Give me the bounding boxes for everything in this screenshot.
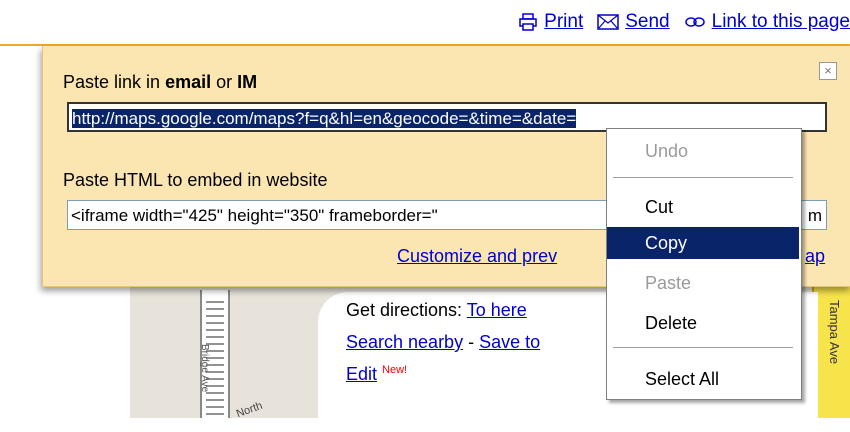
- print-link[interactable]: Print: [544, 11, 583, 33]
- embed-html-text: <iframe width="425" height="350" framebo…: [71, 206, 438, 225]
- search-row: Search nearby - Save to: [346, 332, 540, 353]
- edit-row: Edit New!: [346, 364, 407, 385]
- embed-html-tail: m: [807, 206, 822, 225]
- embed-label: Paste HTML to embed in website: [63, 170, 328, 190]
- send-link-group[interactable]: Send: [597, 11, 670, 33]
- edit-link[interactable]: Edit: [346, 364, 377, 384]
- print-link-group[interactable]: Print: [518, 11, 583, 33]
- link-to-page-link[interactable]: Link to this page: [712, 11, 850, 33]
- menu-item-cut[interactable]: Cut: [607, 191, 799, 223]
- link-to-page-group[interactable]: Link to this page: [684, 11, 850, 33]
- to-here-link[interactable]: To here: [467, 300, 527, 320]
- context-menu: Undo Cut Copy Paste Delete Select All: [606, 128, 802, 400]
- menu-separator: [613, 177, 793, 179]
- menu-separator: [613, 347, 793, 349]
- menu-item-delete[interactable]: Delete: [607, 307, 799, 339]
- save-to-link[interactable]: Save to: [479, 332, 540, 352]
- chain-link-icon: [684, 17, 705, 27]
- new-badge: New!: [382, 364, 408, 376]
- send-link[interactable]: Send: [625, 11, 669, 33]
- menu-item-undo[interactable]: Undo: [607, 135, 799, 167]
- menu-item-paste[interactable]: Paste: [607, 267, 799, 299]
- printer-icon: [519, 13, 537, 31]
- email-im-label: Paste link in email or IM: [63, 72, 258, 92]
- menu-item-select-all[interactable]: Select All: [607, 363, 799, 395]
- customize-preview-link-tail[interactable]: ap: [805, 246, 825, 267]
- page-actions-bar: Print Send Link to this page: [504, 8, 850, 36]
- customize-preview-link[interactable]: Customize and prev: [397, 246, 557, 267]
- dash-separator: -: [463, 332, 480, 352]
- envelope-icon: [597, 14, 619, 30]
- directions-row: Get directions: To here: [346, 300, 527, 321]
- link-url-selected-text: http://maps.google.com/maps?f=q&hl=en&ge…: [72, 109, 577, 128]
- close-icon[interactable]: ×: [819, 62, 837, 80]
- menu-item-copy[interactable]: Copy: [607, 227, 799, 259]
- road-label: Bridge Ave: [199, 344, 210, 393]
- search-nearby-link[interactable]: Search nearby: [346, 332, 463, 352]
- directions-prefix: Get directions:: [346, 300, 467, 320]
- highway-label: Tampa Ave: [827, 300, 842, 365]
